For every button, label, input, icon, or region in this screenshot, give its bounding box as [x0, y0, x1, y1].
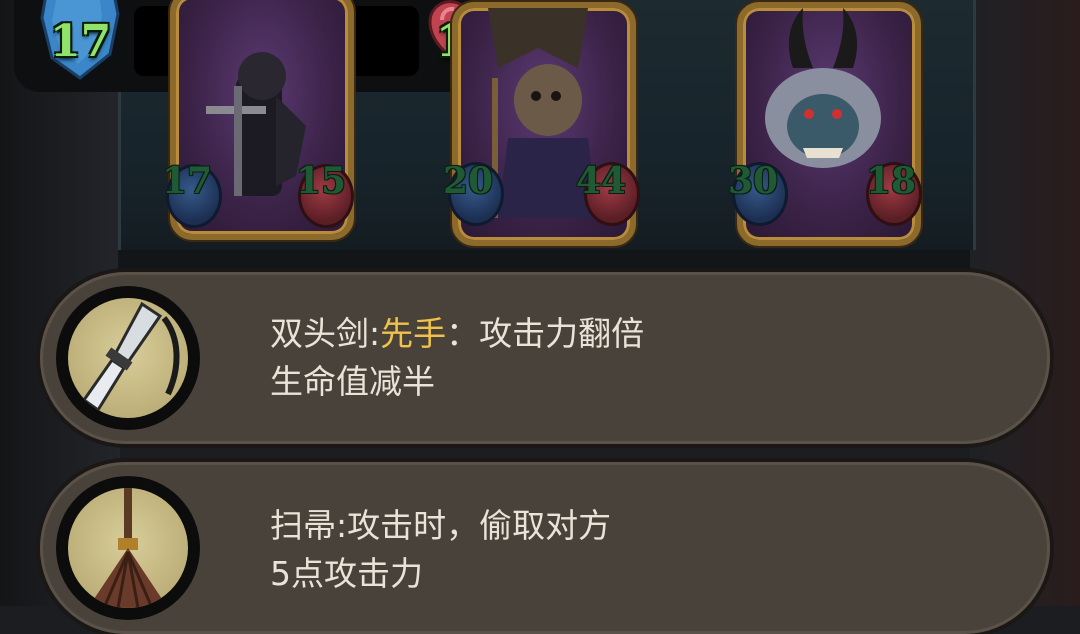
item-row[interactable]: 双头剑:先手：攻击力翻倍 生命值减半 [40, 272, 1050, 444]
item-icon-disc [68, 298, 188, 418]
enemy-attack: 20 [443, 160, 494, 202]
enemy-attack: 30 [728, 160, 779, 202]
item-description: 双头剑:先手：攻击力翻倍 生命值减半 [270, 310, 644, 406]
item-name: 双头剑 [270, 314, 369, 353]
double-headed-sword-icon [81, 301, 180, 413]
item-effect-line1: 扫帚:攻击时，偷取对方 [270, 506, 612, 545]
enemy-health: 44 [576, 160, 627, 202]
item-row[interactable]: 扫帚:攻击时，偷取对方 5点攻击力 [40, 462, 1050, 634]
item-description: 扫帚:攻击时，偷取对方 5点攻击力 [270, 502, 611, 598]
keyword-first-strike: 先手 [380, 314, 447, 353]
enemy-health: 15 [296, 160, 347, 202]
enemy-health: 18 [866, 160, 917, 202]
item-effect-line2: 生命值减半 [270, 362, 435, 401]
enemy-attack: 17 [162, 160, 213, 202]
item-icon-disc [68, 488, 188, 608]
player-shield-value: 17 [50, 16, 112, 67]
item-effect-line2: 5点攻击力 [270, 554, 423, 593]
item-effect-line1: ：攻击力翻倍 [446, 314, 645, 353]
broom-icon [88, 488, 168, 608]
item-separator: : [369, 314, 381, 353]
